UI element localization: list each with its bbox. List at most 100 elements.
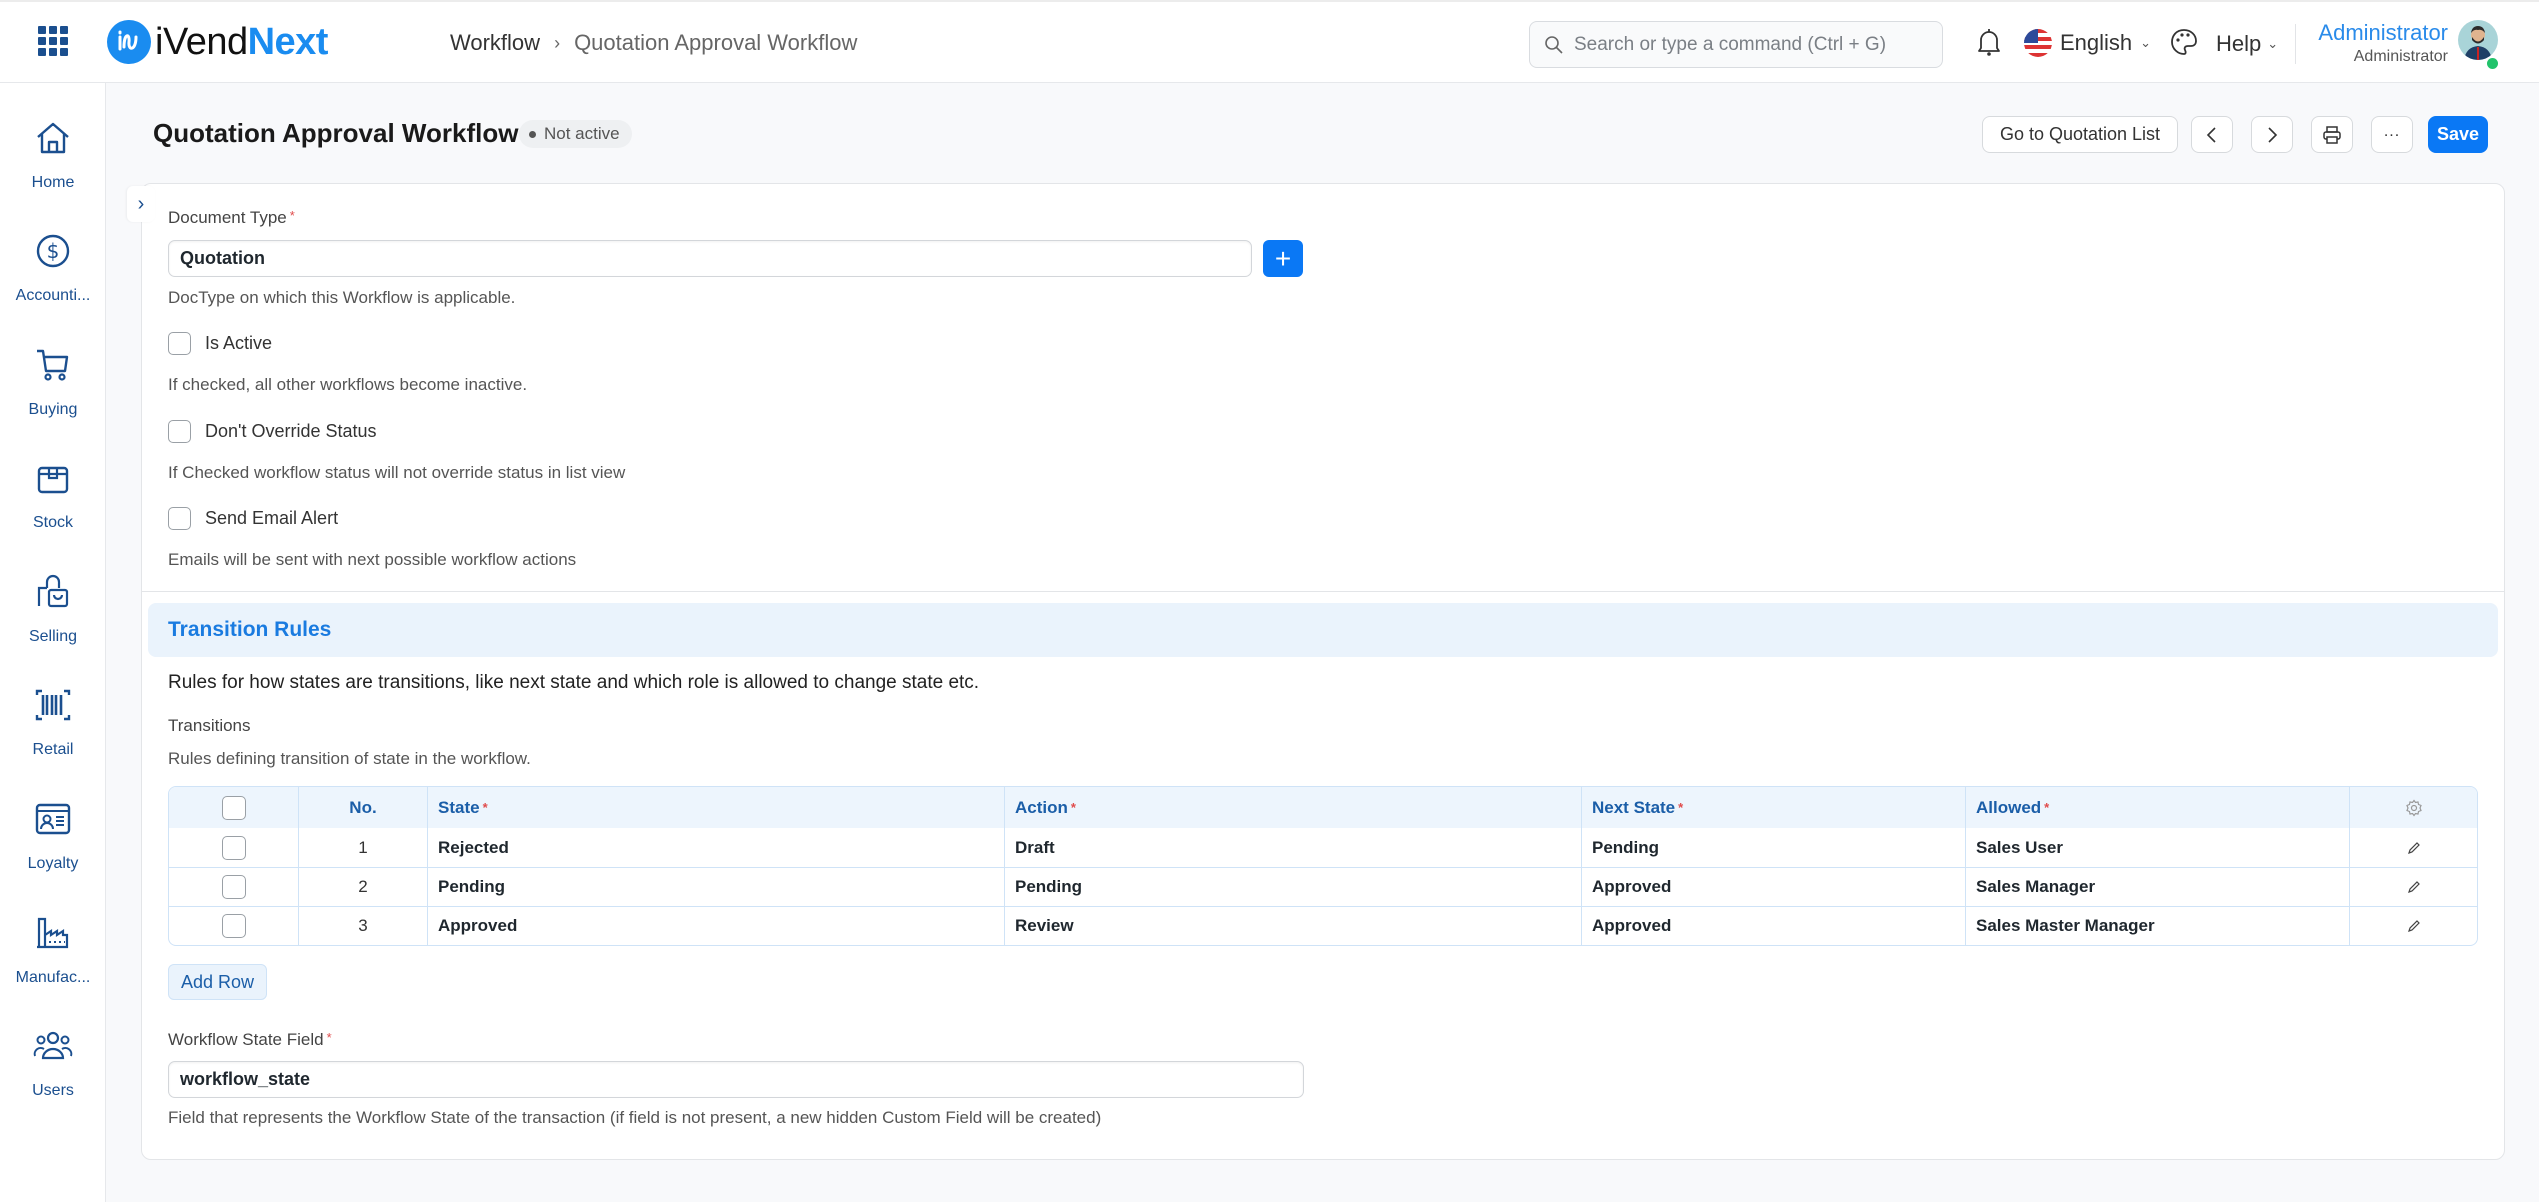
- row-checkbox[interactable]: [221, 875, 246, 899]
- sidebar-expand-toggle[interactable]: ›: [127, 186, 155, 222]
- sidebar-item-retail[interactable]: Retail: [0, 685, 106, 759]
- edit-row-button[interactable]: [2349, 868, 2477, 906]
- navbar-divider: [2295, 24, 2296, 64]
- chevron-down-icon: ⌄: [2267, 36, 2279, 51]
- pencil-icon: [2407, 841, 2420, 854]
- sidebar-item-stock[interactable]: Stock: [0, 458, 106, 532]
- next-record-button[interactable]: [2251, 116, 2293, 153]
- table-row[interactable]: 2 Pending Pending Approved Sales Manager: [169, 867, 2477, 906]
- print-button[interactable]: [2311, 116, 2353, 153]
- send-email-alert-help: Emails will be sent with next possible w…: [168, 550, 577, 569]
- plus-icon: +: [1274, 242, 1292, 274]
- previous-record-button[interactable]: [2191, 116, 2233, 153]
- sidebar-item-accounting[interactable]: $ Accounti...: [0, 231, 106, 305]
- edit-row-button[interactable]: [2349, 907, 2477, 945]
- cell-action[interactable]: Review: [1004, 907, 1581, 945]
- dont-override-status-checkbox[interactable]: [168, 420, 191, 443]
- sidebar-item-label: Accounti...: [15, 287, 91, 304]
- column-settings-button[interactable]: [2349, 787, 2477, 828]
- user-role: Administrator: [2353, 48, 2448, 65]
- workflow-state-input[interactable]: [180, 1069, 1303, 1090]
- column-header-action: Action *: [1004, 787, 1581, 828]
- add-document-type-button[interactable]: +: [1263, 240, 1303, 277]
- breadcrumb-current[interactable]: Quotation Approval Workflow: [574, 30, 857, 56]
- add-row-button[interactable]: Add Row: [168, 964, 268, 1000]
- sidebar-item-label: Users: [32, 1082, 74, 1099]
- breadcrumb: Workflow › Quotation Approval Workflow: [450, 30, 857, 56]
- cell-action[interactable]: Draft: [1004, 828, 1581, 867]
- column-header-state: State *: [427, 787, 1004, 828]
- table-row[interactable]: 1 Rejected Draft Pending Sales User: [169, 828, 2477, 867]
- pencil-icon: [2407, 920, 2420, 932]
- sidebar-item-label: Buying: [28, 401, 78, 418]
- gear-icon: [2405, 799, 2422, 816]
- save-button[interactable]: Save: [2428, 116, 2488, 153]
- sidebar-item-loyalty[interactable]: Loyalty: [0, 799, 106, 873]
- sidebar-item-label: Home: [31, 174, 75, 191]
- us-flag-icon: [2024, 29, 2052, 57]
- logo-text: iVendNext: [155, 20, 328, 63]
- select-all-checkbox[interactable]: [221, 795, 246, 820]
- cell-allowed[interactable]: Sales Master Manager: [1965, 907, 2349, 945]
- is-active-checkbox[interactable]: [168, 332, 191, 355]
- theme-palette-icon[interactable]: [2170, 28, 2198, 61]
- cell-allowed[interactable]: Sales Manager: [1965, 868, 2349, 906]
- app-logo[interactable]: iVendNext: [107, 20, 328, 64]
- sidebar-item-manufacturing[interactable]: Manufac...: [0, 913, 106, 987]
- cell-next-state[interactable]: Pending: [1581, 828, 1965, 867]
- sidebar-item-buying[interactable]: Buying: [0, 345, 106, 419]
- transition-rules-title: Transition Rules: [168, 618, 332, 641]
- pencil-icon: [2407, 881, 2420, 893]
- cell-action[interactable]: Pending: [1004, 868, 1581, 906]
- transition-rules-section-header[interactable]: [148, 603, 2498, 657]
- row-checkbox[interactable]: [221, 835, 246, 860]
- sidebar-item-selling[interactable]: Selling: [0, 572, 106, 646]
- user-menu[interactable]: Administrator Administrator: [2318, 20, 2448, 66]
- chevron-right-icon: [2268, 126, 2278, 143]
- barcode-icon: [35, 689, 71, 721]
- column-header-next-state: Next State *: [1581, 787, 1965, 828]
- table-body: 1 Rejected Draft Pending Sales User 2 Pe…: [169, 828, 2477, 945]
- cell-no: 3: [298, 907, 427, 945]
- cell-state[interactable]: Approved: [427, 907, 1004, 945]
- is-active-row: Is Active: [168, 332, 272, 355]
- chevron-down-icon: ⌄: [2140, 35, 2152, 50]
- search-input[interactable]: [1574, 33, 1934, 56]
- cart-icon: [37, 349, 69, 381]
- breadcrumb-workflow[interactable]: Workflow: [450, 30, 540, 56]
- table-header-row: No. State * Action * Next State * Allowed *: [169, 787, 2477, 828]
- workflow-state-field-label: Workflow State Field *: [168, 1030, 332, 1049]
- help-menu[interactable]: Help ⌄: [2216, 31, 2278, 57]
- edit-row-button[interactable]: [2349, 828, 2477, 867]
- cell-state[interactable]: Pending: [427, 868, 1004, 906]
- document-type-label: Document Type *: [168, 208, 295, 227]
- breadcrumb-separator-icon: ›: [554, 32, 561, 53]
- sidebar-item-label: Selling: [28, 628, 78, 645]
- dollar-icon: $: [36, 234, 70, 268]
- cell-next-state[interactable]: Approved: [1581, 907, 1965, 945]
- send-email-alert-checkbox[interactable]: [168, 507, 191, 530]
- document-type-input[interactable]: [180, 248, 1251, 269]
- home-icon: [37, 122, 69, 154]
- status-dot: [529, 130, 536, 138]
- language-label: English: [2060, 30, 2133, 55]
- table-row[interactable]: 3 Approved Review Approved Sales Master …: [169, 906, 2477, 945]
- go-to-quotation-list-button[interactable]: Go to Quotation List: [1982, 116, 2178, 153]
- document-type-field[interactable]: [168, 240, 1252, 277]
- cell-allowed[interactable]: Sales User: [1965, 828, 2349, 867]
- cell-state[interactable]: Rejected: [427, 828, 1004, 867]
- workflow-state-field[interactable]: [168, 1061, 1304, 1098]
- notification-bell-icon[interactable]: [1976, 27, 2002, 62]
- row-checkbox[interactable]: [221, 914, 246, 938]
- apps-grid-icon[interactable]: [38, 26, 68, 56]
- avatar[interactable]: [2458, 20, 2498, 60]
- more-actions-button[interactable]: ...: [2371, 116, 2413, 153]
- search-bar[interactable]: [1529, 21, 1943, 68]
- status-badge: Not active: [519, 120, 632, 148]
- cell-next-state[interactable]: Approved: [1581, 868, 1965, 906]
- sidebar-item-home[interactable]: Home: [0, 118, 106, 192]
- dont-override-status-label: Don't Override Status: [205, 421, 377, 441]
- language-selector[interactable]: English ⌄: [2024, 29, 2151, 57]
- sidebar-item-users[interactable]: Users: [0, 1026, 106, 1100]
- box-icon: [37, 466, 69, 494]
